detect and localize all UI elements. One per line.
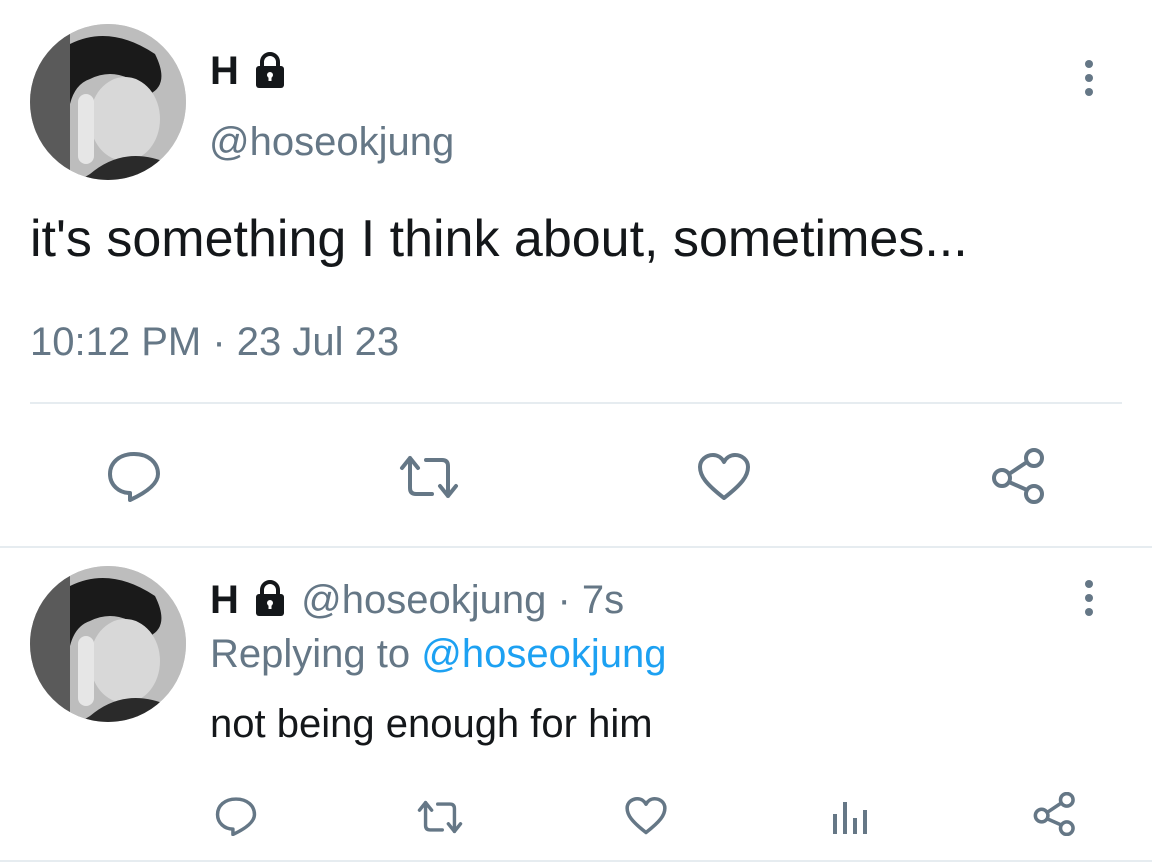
reply-avatar[interactable] (30, 566, 186, 722)
divider (0, 860, 1152, 862)
retweet-icon[interactable] (396, 452, 462, 502)
reply-more-options-icon[interactable] (1083, 580, 1095, 622)
reply-icon[interactable] (214, 796, 258, 836)
replying-to-label: Replying to (210, 632, 411, 676)
reply-display-name[interactable]: H (210, 578, 239, 622)
more-options-icon[interactable] (1083, 60, 1095, 102)
divider (30, 402, 1122, 404)
author-row: H (210, 50, 290, 97)
reply-time: · 7s (557, 578, 625, 623)
avatar[interactable] (30, 24, 186, 180)
share-icon[interactable] (1032, 792, 1078, 836)
divider (0, 546, 1152, 548)
like-icon[interactable] (696, 452, 752, 502)
analytics-icon[interactable] (828, 798, 872, 836)
reply-text: not being enough for him (210, 702, 653, 746)
like-icon[interactable] (624, 796, 668, 836)
retweet-icon[interactable] (414, 798, 466, 836)
replying-to-row: Replying to @hoseokjung (210, 632, 666, 676)
tweet-text: it's something I think about, sometimes.… (30, 210, 968, 268)
timestamp[interactable]: 10:12 PM · 23 Jul 23 (30, 320, 399, 365)
lock-icon (250, 578, 290, 627)
reply-handle[interactable]: @hoseokjung (301, 578, 546, 622)
share-icon[interactable] (990, 448, 1048, 504)
reply-icon[interactable] (106, 450, 162, 502)
reply-author-row: H @hoseokjung · 7s (210, 578, 624, 627)
lock-icon (250, 50, 290, 97)
replying-to-link[interactable]: @hoseokjung (421, 632, 666, 676)
handle[interactable]: @hoseokjung (209, 120, 454, 165)
display-name[interactable]: H (210, 49, 239, 93)
